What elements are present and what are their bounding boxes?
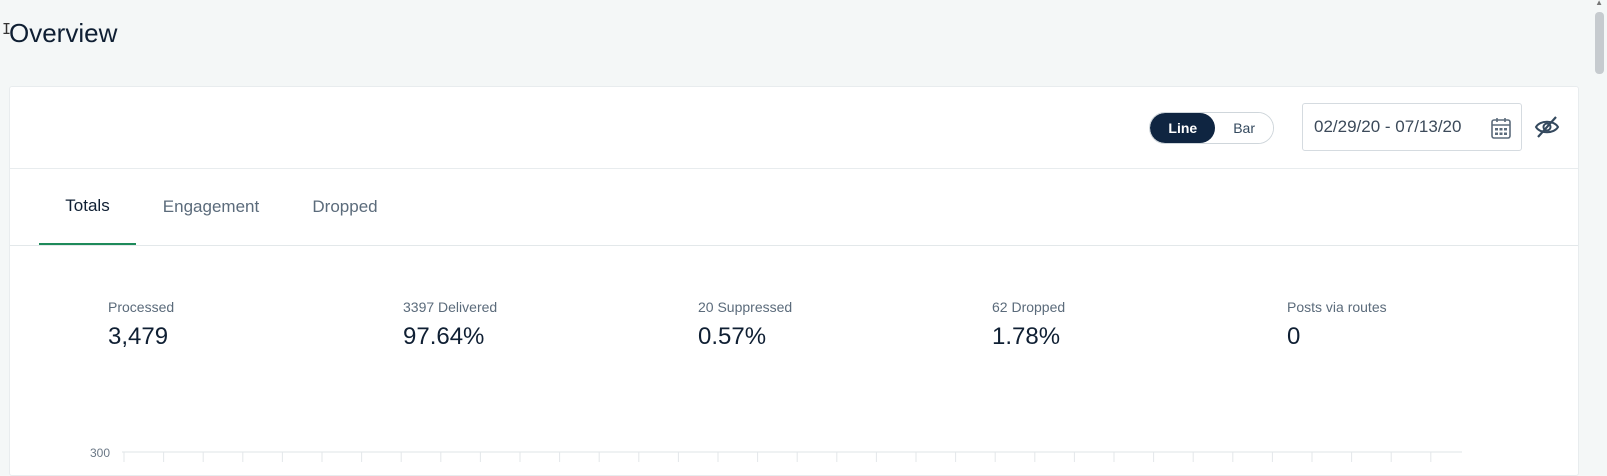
date-range-picker[interactable]: 02/29/20 - 07/13/20 [1302, 103, 1522, 151]
date-range-text: 02/29/20 - 07/13/20 [1314, 117, 1462, 136]
chart-grid [122, 451, 1462, 462]
card-toolbar: Line Bar 02/29/20 - 07/13/20 [10, 87, 1578, 169]
vertical-scrollbar[interactable]: ▲ [1591, 0, 1607, 463]
tab-dropped[interactable]: Dropped [305, 169, 385, 245]
chart-x-ticks [123, 452, 1432, 462]
tab-bar: Totals Engagement Dropped [10, 169, 1578, 246]
stat-label: 62 Dropped [992, 299, 1066, 315]
chart-type-toggle: Line Bar [1149, 112, 1274, 144]
page-title: Overview [9, 18, 118, 48]
stat-delivered: 3397 Delivered 97.64% [403, 299, 497, 351]
stat-label: 20 Suppressed [698, 299, 793, 315]
stat-value: 0 [1287, 323, 1301, 350]
stat-value: 97.64% [403, 323, 485, 350]
scroll-up-icon[interactable]: ▲ [1595, 0, 1603, 7]
stat-processed: Processed 3,479 [108, 299, 174, 351]
tab-engagement[interactable]: Engagement [155, 169, 267, 245]
overview-card: Line Bar 02/29/20 - 07/13/20 Totals Enga… [9, 86, 1579, 476]
stat-label: 3397 Delivered [403, 299, 498, 315]
stat-label: Posts via routes [1287, 299, 1387, 315]
calendar-icon [1491, 118, 1511, 139]
stat-dropped: 62 Dropped 1.78% [992, 299, 1065, 351]
bar-toggle-button[interactable]: Bar [1215, 113, 1273, 143]
stat-label: Processed [108, 299, 175, 315]
stat-posts-via-routes: Posts via routes 0 [1287, 299, 1387, 351]
eye-off-icon[interactable] [1534, 114, 1560, 140]
tab-totals[interactable]: Totals [39, 169, 136, 245]
stat-value: 1.78% [992, 323, 1061, 350]
stat-value: 3,479 [108, 323, 169, 350]
scrollbar-thumb[interactable] [1595, 12, 1604, 74]
line-toggle-button[interactable]: Line [1150, 113, 1216, 143]
stat-value: 0.57% [698, 323, 767, 350]
stat-suppressed: 20 Suppressed 0.57% [698, 299, 792, 351]
